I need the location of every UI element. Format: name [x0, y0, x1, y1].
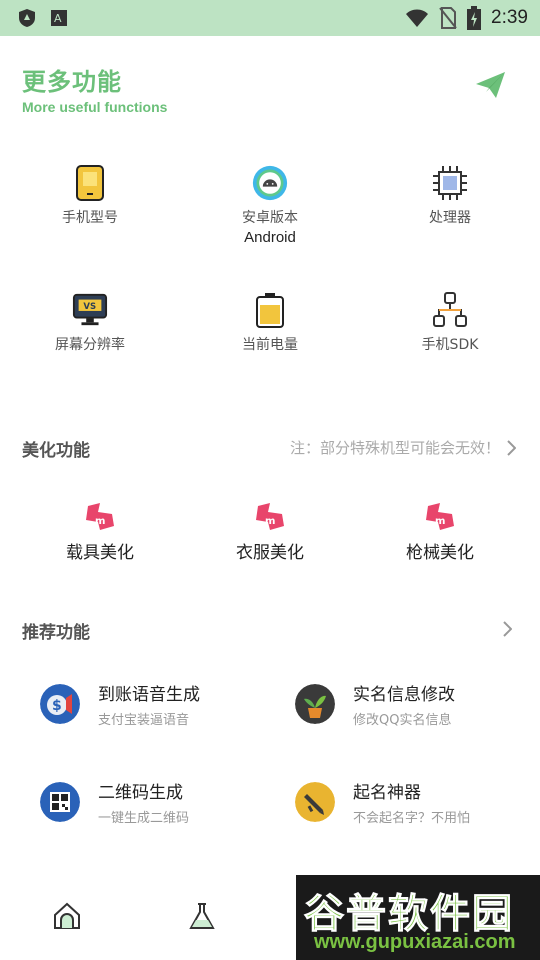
sdk-icon [432, 292, 468, 328]
watermark-logo: 谷普软件园 www.gupuxiazai.com [296, 875, 540, 960]
shield-icon [19, 9, 35, 27]
realname-modify-item[interactable]: 实名信息修改 修改QQ实名信息 [295, 680, 455, 728]
cpu-icon [432, 165, 468, 201]
font-app-icon: A [51, 10, 67, 26]
chevron-right-icon[interactable] [502, 621, 512, 637]
processor-item[interactable]: 处理器 [360, 165, 540, 246]
qrcode-generate-item[interactable]: 二维码生成 一键生成二维码 [40, 778, 189, 826]
send-icon[interactable] [474, 70, 506, 100]
recommend-section-title: 推荐功能 [22, 623, 90, 643]
screen-resolution-item[interactable]: VS 屏幕分辨率 [0, 292, 180, 354]
svg-text:VS: VS [83, 302, 96, 312]
clock-time: 2:39 [491, 7, 528, 28]
beauty-note-text: 注：部分特殊机型可能会无效！ [289, 439, 500, 457]
phone-sdk-item[interactable]: 手机SDK [360, 292, 540, 354]
watermark-url: www.gupuxiazai.com [314, 931, 516, 953]
wifi-icon [406, 9, 429, 27]
phone-icon [72, 165, 108, 201]
payment-voice-item[interactable]: $ 到账语音生成 支付宝装逼语音 [40, 680, 200, 728]
svg-text:m: m [435, 516, 445, 527]
svg-text:$: $ [52, 698, 62, 714]
ribbon-m-icon: m [426, 503, 454, 530]
qr-icon [40, 782, 80, 822]
page-subtitle: More useful functions [22, 99, 168, 115]
beauty-section-note[interactable]: 注：部分特殊机型可能会无效！ [290, 437, 516, 458]
ribbon-m-icon: m [86, 503, 114, 530]
svg-text:A: A [54, 12, 62, 25]
battery-charging-icon [467, 6, 482, 30]
android-version-item[interactable]: 安卓版本 Android [180, 165, 360, 246]
pen-icon [295, 782, 335, 822]
plant-icon [295, 684, 335, 724]
device-info-row-1: 手机型号 安卓版本 Android 处理器 [0, 165, 540, 246]
home-icon[interactable] [52, 901, 82, 931]
page-header: 更多功能 More useful functions [22, 62, 167, 115]
clothes-beauty-item[interactable]: m 衣服美化 [210, 502, 330, 563]
svg-text:m: m [95, 516, 105, 527]
monitor-icon: VS [72, 292, 108, 328]
battery-icon [252, 292, 288, 328]
flask-icon[interactable] [187, 901, 217, 931]
ribbon-m-icon: m [256, 503, 284, 530]
beauty-section-title: 美化功能 [22, 441, 90, 461]
android-icon [252, 165, 288, 201]
status-bar: A 2:39 [0, 0, 540, 36]
coin-speaker-icon: $ [40, 684, 80, 724]
device-model-item[interactable]: 手机型号 [0, 165, 180, 246]
chevron-right-icon [507, 439, 516, 456]
device-info-row-2: VS 屏幕分辨率 当前电量 手机SDK [0, 292, 540, 354]
naming-tool-item[interactable]: 起名神器 不会起名字？不用怕 [295, 778, 470, 826]
no-sim-icon [439, 7, 457, 29]
gun-beauty-item[interactable]: m 枪械美化 [380, 502, 500, 563]
battery-level-item[interactable]: 当前电量 [180, 292, 360, 354]
vehicle-beauty-item[interactable]: m 载具美化 [40, 502, 160, 563]
page-title: 更多功能 [22, 68, 122, 96]
svg-text:m: m [265, 516, 275, 527]
